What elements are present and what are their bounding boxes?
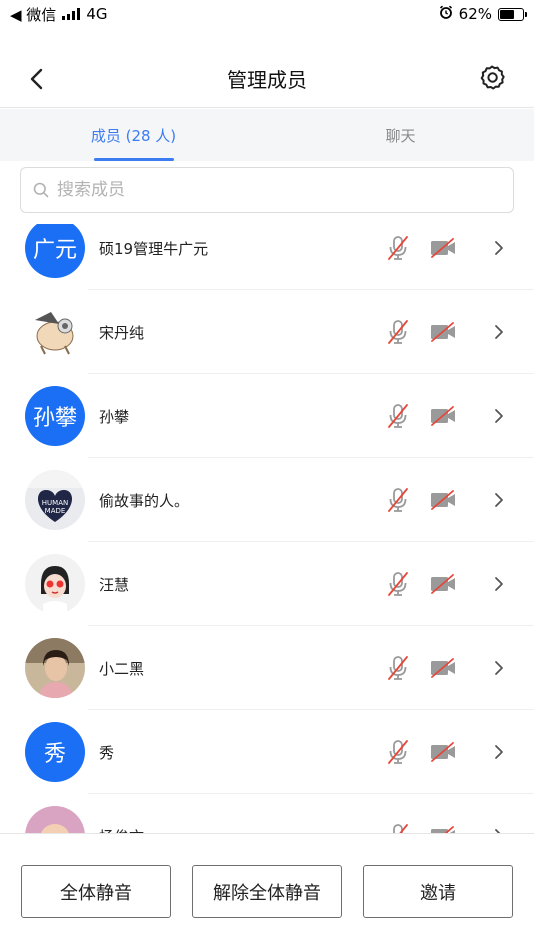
human-made-heart-avatar: HUMAN MADE: [25, 470, 85, 530]
chevron-right-icon[interactable]: [490, 570, 508, 598]
status-bar: ◀ 微信 4G 62%: [0, 0, 534, 28]
bottom-action-bar: 全体静音 解除全体静音 邀请: [0, 833, 534, 949]
svg-text:MADE: MADE: [45, 507, 66, 515]
chevron-right-icon[interactable]: [490, 234, 508, 262]
chevron-right-icon[interactable]: [490, 402, 508, 430]
back-to-app-link[interactable]: ◀ 微信: [10, 4, 56, 25]
member-name: 硕19管理牛广元: [99, 239, 209, 258]
search-area: [0, 161, 534, 223]
mic-muted-icon[interactable]: [385, 738, 411, 766]
mute-all-button[interactable]: 全体静音: [21, 865, 171, 918]
member-list[interactable]: 广元硕19管理牛广元宋丹纯孙攀孙攀HUMANMADE偷故事的人。汪慧小二黑秀秀杨…: [0, 224, 534, 833]
invite-button[interactable]: 邀请: [363, 865, 513, 918]
tab-chat[interactable]: 聊天: [267, 109, 534, 161]
avatar: 广元: [25, 224, 85, 278]
member-name: 孙攀: [99, 407, 130, 426]
back-button[interactable]: [22, 64, 50, 94]
page-title: 管理成员: [227, 68, 307, 92]
search-input[interactable]: [57, 180, 501, 200]
mic-muted-icon[interactable]: [385, 570, 411, 598]
header: 管理成员: [0, 50, 534, 108]
member-name: 偷故事的人。: [99, 491, 190, 510]
member-name: 秀: [99, 743, 115, 762]
mic-muted-icon[interactable]: [385, 234, 411, 262]
chevron-right-icon[interactable]: [490, 822, 508, 833]
member-row[interactable]: 杨俊文: [0, 794, 534, 833]
settings-button[interactable]: [476, 62, 508, 94]
signal-icon: [62, 8, 81, 20]
mic-muted-icon[interactable]: [385, 486, 411, 514]
battery-fill: [500, 9, 514, 19]
svg-text:HUMAN: HUMAN: [42, 499, 68, 507]
mic-muted-icon[interactable]: [385, 318, 411, 346]
avatar: 孙攀: [25, 386, 85, 446]
member-name: 宋丹纯: [99, 323, 145, 342]
chevron-right-icon[interactable]: [490, 486, 508, 514]
chevron-right-icon[interactable]: [490, 654, 508, 682]
cartoon-girl-avatar: [25, 554, 85, 614]
camera-off-icon[interactable]: [428, 738, 458, 766]
member-name: 汪慧: [99, 575, 130, 594]
camera-off-icon[interactable]: [428, 654, 458, 682]
mic-muted-icon[interactable]: [385, 402, 411, 430]
member-row[interactable]: 宋丹纯: [0, 290, 534, 374]
battery-icon: [498, 7, 527, 21]
avatar: 秀: [25, 722, 85, 782]
member-row[interactable]: 广元 硕19管理牛广元: [0, 224, 534, 290]
tab-bar: 成员 (28 人) 聊天: [0, 109, 534, 161]
camera-off-icon[interactable]: [428, 822, 458, 833]
alarm-icon: [439, 5, 453, 23]
mic-muted-icon[interactable]: [385, 822, 411, 833]
mic-muted-icon[interactable]: [385, 654, 411, 682]
cartoon-pet-avatar: [25, 302, 85, 362]
member-name: 小二黑: [99, 659, 145, 678]
member-row[interactable]: 孙攀 孙攀: [0, 374, 534, 458]
chevron-left-icon: [30, 68, 43, 90]
status-right: 62%: [439, 5, 527, 23]
unmute-all-button[interactable]: 解除全体静音: [192, 865, 342, 918]
baby-photo-avatar: [25, 806, 85, 833]
camera-off-icon[interactable]: [428, 234, 458, 262]
chevron-right-icon[interactable]: [490, 318, 508, 346]
status-left: ◀ 微信 4G: [10, 4, 107, 25]
member-row[interactable]: 小二黑: [0, 626, 534, 710]
member-row[interactable]: 汪慧: [0, 542, 534, 626]
gear-icon: [480, 65, 505, 90]
member-row[interactable]: 秀秀: [0, 710, 534, 794]
chevron-right-icon[interactable]: [490, 738, 508, 766]
photo-avatar: [25, 638, 85, 698]
camera-off-icon[interactable]: [428, 486, 458, 514]
search-box[interactable]: [20, 167, 514, 213]
camera-off-icon[interactable]: [428, 318, 458, 346]
member-row[interactable]: HUMAN MADE 偷故事的人。: [0, 458, 534, 542]
network-type: 4G: [86, 5, 108, 23]
member-name: 杨俊文: [99, 826, 144, 834]
battery-percent: 62%: [458, 5, 492, 23]
search-icon: [33, 182, 49, 198]
camera-off-icon[interactable]: [428, 402, 458, 430]
member-list-inner: 广元硕19管理牛广元宋丹纯孙攀孙攀HUMANMADE偷故事的人。汪慧小二黑秀秀杨…: [0, 224, 534, 833]
camera-off-icon[interactable]: [428, 570, 458, 598]
tab-members[interactable]: 成员 (28 人): [0, 109, 267, 161]
